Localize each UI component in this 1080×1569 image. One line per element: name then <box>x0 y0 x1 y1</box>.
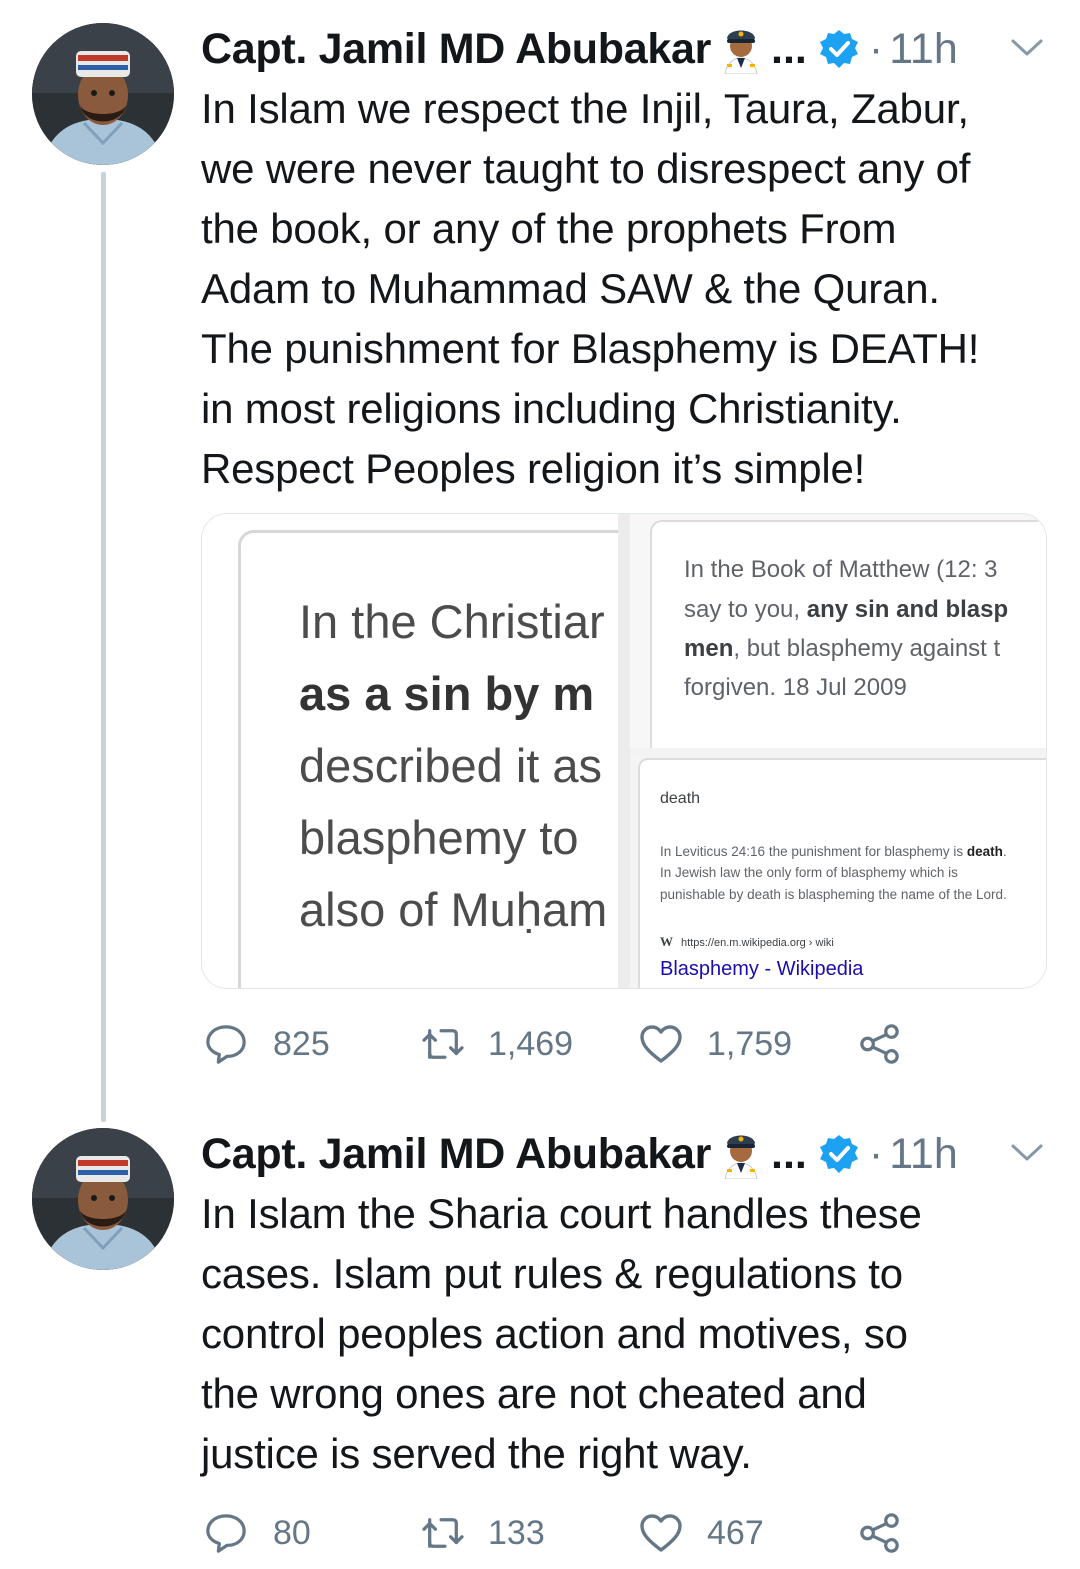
heart-icon <box>640 1514 682 1552</box>
reply-count: 825 <box>273 1024 330 1063</box>
snippet-text-line: In Jewish law the only form of blasphemy… <box>660 865 958 880</box>
tweet-media-grid[interactable]: In the Christiar as a sin by m described… <box>201 513 1047 989</box>
snippet-text-line: In Leviticus 24:16 the punishment for bl… <box>660 844 1007 859</box>
pilot-emoji-icon <box>719 1129 763 1180</box>
pilot-emoji-icon <box>719 24 763 75</box>
like-button[interactable]: 1,759 <box>639 1021 792 1067</box>
image-text-line: blasphemy to <box>299 811 579 864</box>
image-text-line: as a sin by m <box>299 667 595 720</box>
profile-photo-icon <box>32 23 174 165</box>
share-button[interactable] <box>859 1510 901 1556</box>
share-icon <box>860 1024 899 1064</box>
reply-button[interactable]: 80 <box>205 1510 311 1556</box>
chevron-down-icon[interactable] <box>1010 1142 1044 1164</box>
snippet-link: Blasphemy - Wikipedia <box>660 958 864 980</box>
display-name[interactable]: Capt. Jamil MD Abubakar <box>201 25 711 74</box>
verified-badge-icon <box>819 29 859 69</box>
retweet-button[interactable]: 133 <box>420 1510 545 1556</box>
avatar[interactable] <box>32 23 174 165</box>
tweet-actions: 825 1,469 1,759 <box>201 1021 921 1067</box>
tweet-text: In Islam we respect the Injil, Taura, Za… <box>201 85 980 492</box>
avatar[interactable] <box>32 1128 174 1270</box>
name-truncation-ellipsis: ... <box>771 24 807 73</box>
snippet-source: Whttps://en.m.wikipedia.org › wiki <box>660 934 834 949</box>
reply-icon <box>206 1025 246 1064</box>
header-separator: · <box>868 1129 884 1178</box>
tweet-actions: 80 133 467 <box>201 1510 921 1556</box>
image-text-line: men, but blasphemy against t <box>684 635 1001 662</box>
timestamp[interactable]: 11h <box>889 25 958 74</box>
image-text-line: forgiven. 18 Jul 2009 <box>684 674 907 701</box>
reply-button[interactable]: 825 <box>205 1021 330 1067</box>
verified-badge-icon <box>819 1134 859 1174</box>
profile-photo-icon <box>32 1128 174 1270</box>
image-text-line: described it as <box>299 739 603 792</box>
screenshot-card <box>650 520 1046 748</box>
retweet-icon <box>422 1029 464 1059</box>
display-name[interactable]: Capt. Jamil MD Abubakar <box>201 1130 711 1179</box>
header-separator: · <box>868 24 884 73</box>
image-text-line: also of Muḥam <box>299 883 608 936</box>
retweet-button[interactable]: 1,469 <box>420 1021 573 1067</box>
chevron-down-icon[interactable] <box>1010 37 1044 59</box>
image-text-line: In the Christiar <box>299 595 605 648</box>
share-icon <box>860 1513 899 1553</box>
wikipedia-logo-icon: W <box>660 934 673 949</box>
retweet-count: 1,469 <box>488 1024 574 1063</box>
image-text-line: In the Book of Matthew (12: 3 <box>684 556 998 583</box>
reply-icon <box>206 1514 246 1553</box>
media-image-left[interactable]: In the Christiar as a sin by m described… <box>202 514 618 988</box>
media-image-top-right[interactable]: In the Book of Matthew (12: 3 say to you… <box>630 514 1046 748</box>
share-button[interactable] <box>859 1021 901 1067</box>
timestamp[interactable]: 11h <box>889 1130 958 1179</box>
image-text-line: say to you, any sin and blasp <box>684 596 1009 623</box>
tweet-text: In Islam the Sharia court handles these … <box>201 1190 922 1477</box>
like-count: 467 <box>707 1513 764 1552</box>
tweet-header: Capt. Jamil MD Abubakar ... · 11h <box>201 21 958 77</box>
heart-icon <box>640 1025 682 1063</box>
media-image-bottom-right[interactable]: death In Leviticus 24:16 the punishment … <box>630 756 1046 988</box>
retweet-count: 133 <box>488 1513 545 1552</box>
name-truncation-ellipsis: ... <box>771 1129 807 1178</box>
like-count: 1,759 <box>707 1024 793 1063</box>
media-divider <box>618 514 630 988</box>
snippet-text-line: punishable by death is blaspheming the n… <box>660 887 1007 902</box>
like-button[interactable]: 467 <box>639 1510 764 1556</box>
tweet-header: Capt. Jamil MD Abubakar ... · 11h <box>201 1126 958 1182</box>
retweet-icon <box>422 1518 464 1548</box>
reply-count: 80 <box>273 1513 311 1552</box>
snippet-title: death <box>660 790 701 807</box>
thread-connector-line <box>101 172 106 1122</box>
